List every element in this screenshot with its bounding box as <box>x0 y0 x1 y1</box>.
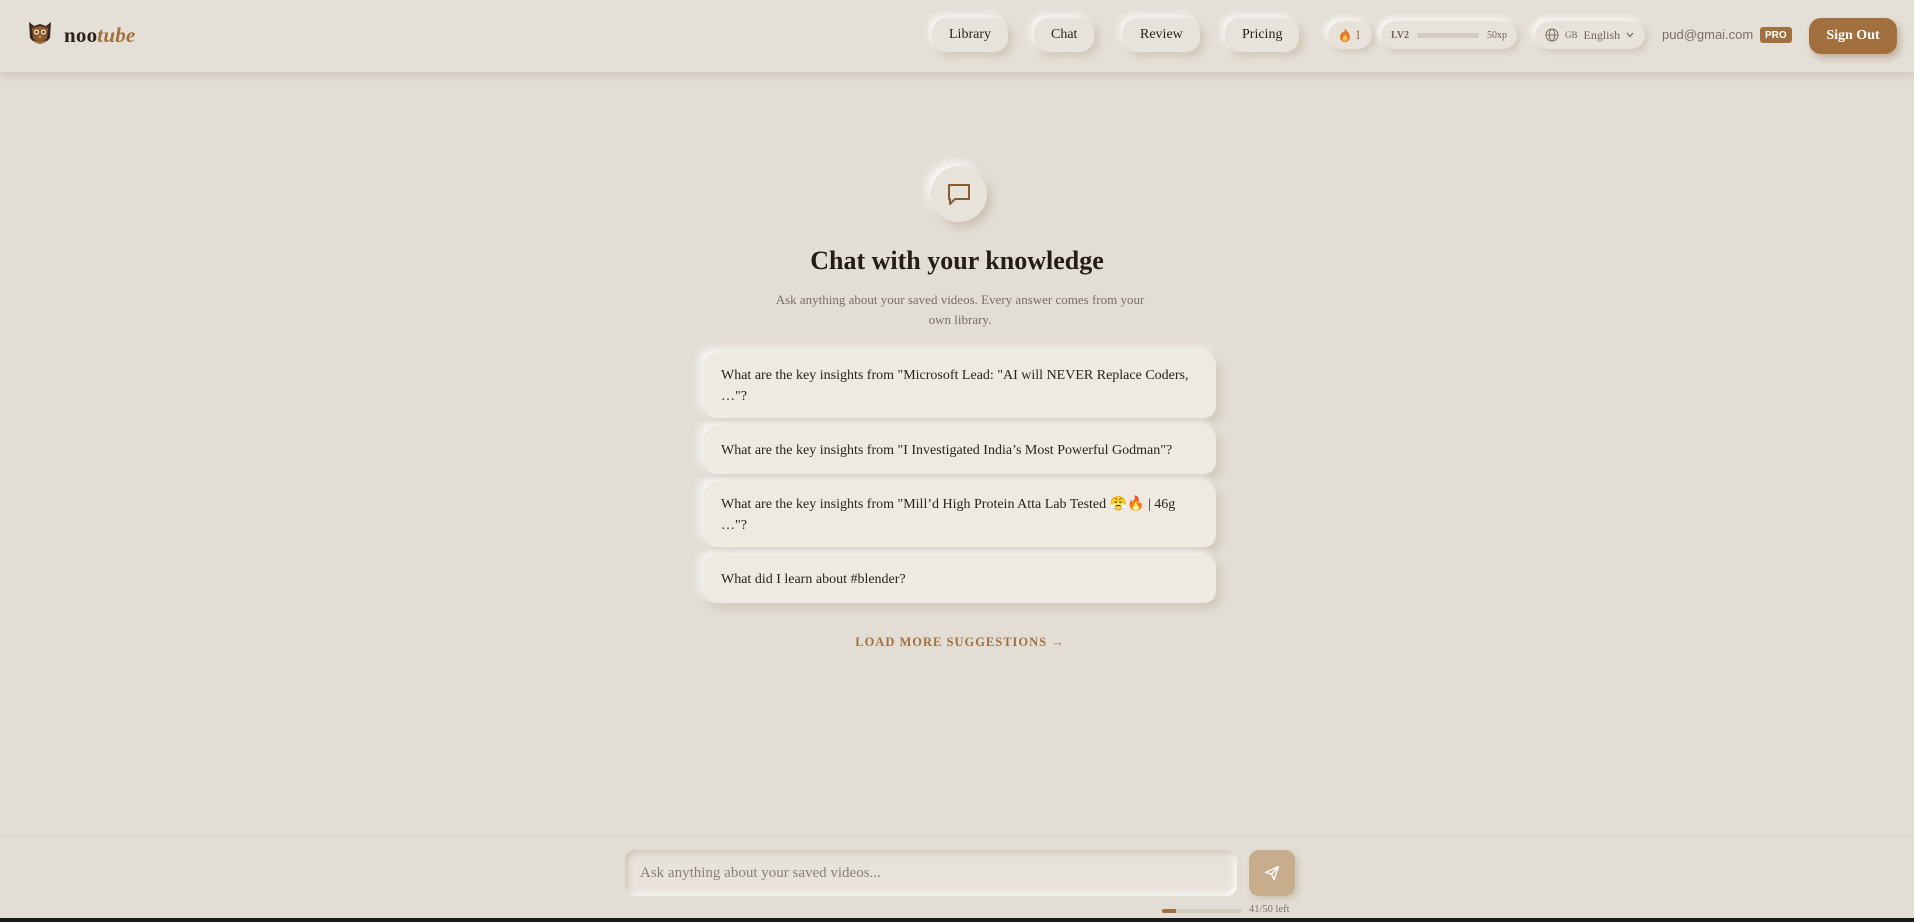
suggestion-card[interactable]: What are the key insights from "Mill’d H… <box>704 482 1216 547</box>
quota-remaining: 41/50 left <box>1249 904 1290 915</box>
level-label: LV2 <box>1391 29 1409 41</box>
sign-out-button[interactable]: Sign Out <box>1809 18 1897 54</box>
owl-logo-icon <box>29 22 51 44</box>
app-logo[interactable]: nootube <box>26 18 135 52</box>
globe-icon <box>1545 28 1559 42</box>
app-name: nootube <box>64 22 136 47</box>
language-selector[interactable]: GB English <box>1535 21 1645 49</box>
chat-input[interactable] <box>625 850 1237 896</box>
page-subtitle: Ask anything about your saved videos. Ev… <box>775 292 1145 327</box>
chat-input-container <box>625 850 1237 896</box>
user-email: pud@gmai.com <box>1662 27 1754 42</box>
streak-count: 1 <box>1354 27 1362 42</box>
chevron-down-icon <box>1626 32 1634 38</box>
language-flag: GB <box>1565 30 1578 40</box>
language-label: English <box>1583 27 1621 42</box>
chat-bubble-icon <box>948 184 970 205</box>
nav-pricing-button[interactable]: Pricing <box>1225 18 1300 52</box>
suggestion-card[interactable]: What did I learn about #blender? <box>704 555 1216 603</box>
nav-chat-button[interactable]: Chat <box>1034 18 1095 52</box>
send-button[interactable] <box>1249 850 1295 896</box>
page-title: Chat with your knowledge <box>810 246 1104 275</box>
load-more-suggestions-link[interactable]: LOAD MORE SUGGESTIONS → <box>760 635 1160 650</box>
suggestion-card[interactable]: What are the key insights from "Microsof… <box>704 353 1216 418</box>
plan-badge: PRO <box>1760 27 1792 43</box>
quota-progress-bar <box>1162 909 1242 913</box>
fire-icon <box>1339 28 1350 42</box>
level-progress: LV2 50xp <box>1381 21 1517 49</box>
chat-hero-badge <box>931 166 987 222</box>
nav-library-button[interactable]: Library <box>932 18 1008 52</box>
screen-edge <box>0 918 1914 922</box>
xp-label: 50xp <box>1487 29 1507 41</box>
xp-progress-bar <box>1416 32 1479 38</box>
suggestion-list: What are the key insights from "Microsof… <box>704 353 1216 611</box>
divider <box>0 835 1914 836</box>
send-icon <box>1264 865 1280 881</box>
top-navigation-bar: nootube Library Chat Review Pricing 1 LV… <box>0 0 1914 73</box>
nav-review-button[interactable]: Review <box>1123 18 1200 52</box>
streak-counter: 1 <box>1328 21 1372 49</box>
suggestion-card[interactable]: What are the key insights from "I Invest… <box>704 426 1216 474</box>
